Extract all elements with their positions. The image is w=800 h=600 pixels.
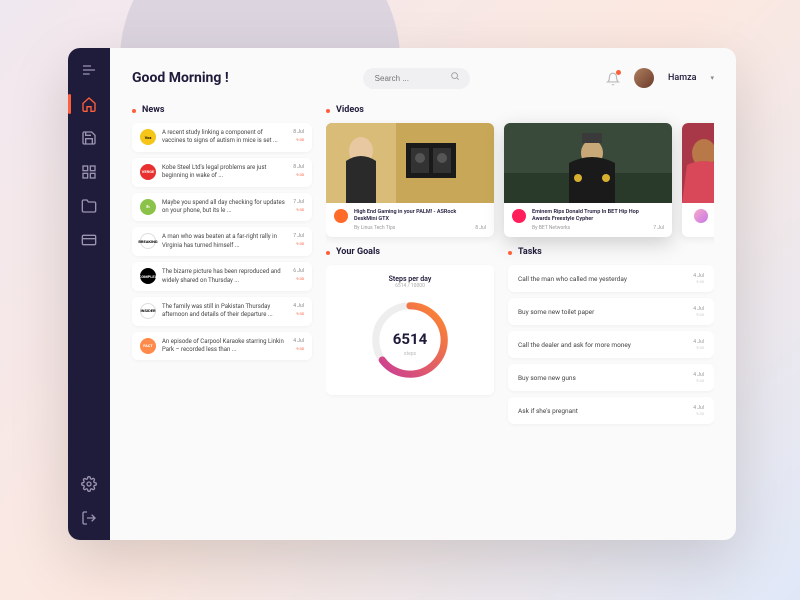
main-content: Good Morning ! Hamza ▾ News Vox A recent…: [110, 48, 736, 540]
news-date: 8 Jul9:30: [293, 129, 304, 142]
channel-avatar: [512, 209, 526, 223]
video-author: By Linus Tech Tips: [354, 225, 469, 231]
goal-unit: steps: [404, 351, 416, 357]
task-item[interactable]: Call the man who called me yesterday 4 J…: [508, 265, 714, 292]
goals-section: Your Goals Steps per day 6514 / 10000: [326, 247, 494, 511]
task-item[interactable]: Buy some new guns 4 Jul9:30: [508, 364, 714, 391]
video-thumbnail: [326, 123, 494, 203]
news-item[interactable]: FACT An episode of Carpool Karaoke starr…: [132, 332, 312, 361]
video-title: Eminem Rips Donald Trump In BET Hip Hop …: [532, 209, 647, 223]
chevron-down-icon[interactable]: ▾: [710, 74, 714, 82]
video-date: 7 Jul: [653, 225, 664, 231]
task-item[interactable]: Ask if she's pregnant 4 Jul9:30: [508, 397, 714, 424]
goal-value: 6514: [393, 330, 427, 348]
news-headline: An episode of Carpool Karaoke starring L…: [162, 338, 287, 355]
news-source-badge: FACT: [140, 338, 156, 354]
goal-progress-text: 6514 / 10000: [336, 283, 484, 289]
news-source-badge: COMPLEX: [140, 268, 156, 284]
task-list: Call the man who called me yesterday 4 J…: [508, 265, 714, 424]
news-date: 7 Jul9:30: [293, 199, 304, 212]
video-thumbnail: [504, 123, 672, 203]
menu-icon[interactable]: [81, 62, 97, 78]
news-item[interactable]: BREAKING A man who was beaten at a far-r…: [132, 227, 312, 256]
news-source-badge: lh: [140, 199, 156, 215]
folder-icon[interactable]: [81, 198, 97, 214]
news-item[interactable]: Vox A recent study linking a component o…: [132, 123, 312, 152]
news-date: 7 Jul9:30: [293, 233, 304, 246]
news-title: News: [132, 105, 312, 115]
news-item[interactable]: COMPLEX The bizarre picture has been rep…: [132, 262, 312, 291]
settings-icon[interactable]: [81, 476, 97, 492]
news-headline: A recent study linking a component of va…: [162, 129, 287, 146]
user-avatar[interactable]: [634, 68, 654, 88]
logout-icon[interactable]: [81, 510, 97, 526]
card-icon[interactable]: [81, 232, 97, 248]
news-date: 4 Jul9:30: [293, 303, 304, 316]
news-headline: Maybe you spend all day checking for upd…: [162, 199, 287, 216]
task-text: Call the dealer and ask for more money: [518, 341, 631, 349]
goal-label: Steps per day: [336, 275, 484, 283]
task-date: 4 Jul9:30: [693, 306, 704, 317]
notifications-icon[interactable]: [606, 71, 620, 85]
tasks-title: Tasks: [508, 247, 714, 257]
news-headline: The family was still in Pakistan Thursda…: [162, 303, 287, 320]
news-headline: The bizarre picture has been reproduced …: [162, 268, 287, 285]
topbar: Good Morning ! Hamza ▾: [132, 66, 714, 89]
news-headline: Kobe Steel Ltd's legal problems are just…: [162, 164, 287, 181]
goal-ring: 6514 steps: [365, 295, 455, 385]
video-card[interactable]: High End Gaming in your PALM! - ASRock D…: [326, 123, 494, 237]
sidebar: [68, 48, 110, 540]
video-date: 8 Jul: [475, 225, 486, 231]
channel-avatar: [694, 209, 708, 223]
videos-section: Videos High End Gaming in your PALM! - A…: [326, 105, 714, 237]
save-icon[interactable]: [81, 130, 97, 146]
home-icon[interactable]: [81, 96, 97, 112]
news-list: Vox A recent study linking a component o…: [132, 123, 312, 360]
channel-avatar: [334, 209, 348, 223]
news-date: 4 Jul9:30: [293, 338, 304, 351]
task-date: 4 Jul9:30: [693, 405, 704, 416]
news-item[interactable]: VERGE Kobe Steel Ltd's legal problems ar…: [132, 158, 312, 187]
task-text: Call the man who called me yesterday: [518, 275, 627, 283]
goal-card[interactable]: Steps per day 6514 / 10000 6514 steps: [326, 265, 494, 395]
video-card[interactable]: Eminem Rips Donald Trump In BET Hip Hop …: [504, 123, 672, 237]
app-window: Good Morning ! Hamza ▾ News Vox A recent…: [68, 48, 736, 540]
goals-title: Your Goals: [326, 247, 494, 257]
task-date: 4 Jul9:30: [693, 339, 704, 350]
video-thumbnail: [682, 123, 714, 203]
task-text: Buy some new toilet paper: [518, 308, 594, 316]
news-item[interactable]: lh Maybe you spend all day checking for …: [132, 193, 312, 222]
task-text: Ask if she's pregnant: [518, 407, 578, 415]
news-source-badge: INSIDER: [140, 303, 156, 319]
videos-row: High End Gaming in your PALM! - ASRock D…: [326, 123, 714, 237]
grid-icon[interactable]: [81, 164, 97, 180]
tasks-section: Tasks Call the man who called me yesterd…: [508, 247, 714, 511]
task-date: 4 Jul9:30: [693, 273, 704, 284]
task-item[interactable]: Buy some new toilet paper 4 Jul9:30: [508, 298, 714, 325]
search-icon: [450, 71, 460, 81]
task-item[interactable]: Call the dealer and ask for more money 4…: [508, 331, 714, 358]
news-source-badge: Vox: [140, 129, 156, 145]
task-text: Buy some new guns: [518, 374, 576, 382]
right-column: Videos High End Gaming in your PALM! - A…: [326, 105, 714, 511]
news-date: 6 Jul9:30: [293, 268, 304, 281]
user-name[interactable]: Hamza: [668, 73, 696, 83]
video-title: High End Gaming in your PALM! - ASRock D…: [354, 209, 469, 223]
search-input[interactable]: [363, 66, 471, 89]
news-item[interactable]: INSIDER The family was still in Pakistan…: [132, 297, 312, 326]
video-card[interactable]: [682, 123, 714, 237]
video-author: By BET Networks: [532, 225, 647, 231]
news-column: News Vox A recent study linking a compon…: [132, 105, 312, 511]
task-date: 4 Jul9:30: [693, 372, 704, 383]
news-source-badge: BREAKING: [140, 233, 156, 249]
news-headline: A man who was beaten at a far-right rall…: [162, 233, 287, 250]
news-date: 8 Jul9:30: [293, 164, 304, 177]
videos-title: Videos: [326, 105, 714, 115]
news-source-badge: VERGE: [140, 164, 156, 180]
greeting: Good Morning !: [132, 70, 229, 86]
